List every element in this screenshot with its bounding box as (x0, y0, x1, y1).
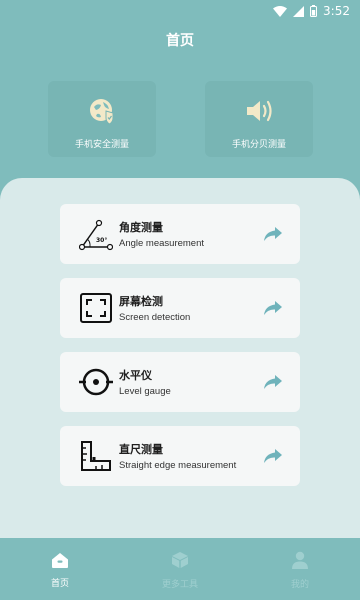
tool-level-gauge[interactable]: 水平仪 Level gauge (60, 352, 300, 412)
ruler-icon (78, 438, 114, 474)
nav-home[interactable]: 首页 (0, 538, 120, 600)
user-icon (291, 551, 309, 573)
tool-name: 水平仪 (119, 369, 152, 382)
home-icon (51, 552, 69, 572)
page-title: 首页 (166, 33, 194, 49)
tools-sheet: 30° 角度测量 Angle measurement 屏幕检测 Screen d… (0, 178, 360, 538)
battery-icon (310, 5, 318, 17)
angle-icon: 30° (78, 216, 114, 252)
nav-label: 首页 (50, 578, 69, 589)
share-arrow-icon[interactable] (262, 448, 284, 464)
nav-label: 更多工具 (161, 579, 198, 590)
phone-security-label: 手机安全测量 (74, 140, 129, 150)
signal-icon (293, 5, 305, 17)
share-arrow-icon[interactable] (262, 226, 284, 242)
box-icon (171, 551, 189, 573)
tool-angle-measurement[interactable]: 30° 角度测量 Angle measurement (60, 204, 300, 264)
status-time: 3:52 (323, 4, 350, 18)
shield-globe-icon (88, 97, 116, 129)
status-bar: 3:52 (0, 0, 360, 22)
share-arrow-icon[interactable] (262, 374, 284, 390)
wifi-icon (273, 5, 288, 17)
tool-name: 角度测量 (119, 221, 163, 234)
nav-profile[interactable]: 我的 (240, 538, 360, 600)
share-arrow-icon[interactable] (262, 300, 284, 316)
speaker-icon (243, 97, 275, 129)
bottom-nav: 首页 更多工具 我的 (0, 538, 360, 600)
tool-subtitle: Level gauge (119, 386, 171, 397)
phone-decibel-card[interactable]: 手机分贝测量 (205, 81, 313, 157)
tool-name: 屏幕检测 (119, 295, 163, 308)
phone-security-card[interactable]: 手机安全测量 (48, 81, 156, 157)
tool-name: 直尺测量 (119, 443, 163, 456)
phone-decibel-label: 手机分贝测量 (231, 140, 286, 150)
nav-label: 我的 (290, 579, 309, 590)
angle-badge: 30° (96, 237, 107, 244)
tool-screen-detection[interactable]: 屏幕检测 Screen detection (60, 278, 300, 338)
tool-subtitle: Angle measurement (119, 238, 205, 249)
nav-more-tools[interactable]: 更多工具 (120, 538, 240, 600)
tool-straight-edge[interactable]: 直尺测量 Straight edge measurement (60, 426, 300, 486)
screen-frame-icon (78, 290, 114, 326)
level-icon (78, 364, 114, 400)
tool-subtitle: Screen detection (119, 312, 191, 323)
tool-subtitle: Straight edge measurement (119, 460, 237, 471)
